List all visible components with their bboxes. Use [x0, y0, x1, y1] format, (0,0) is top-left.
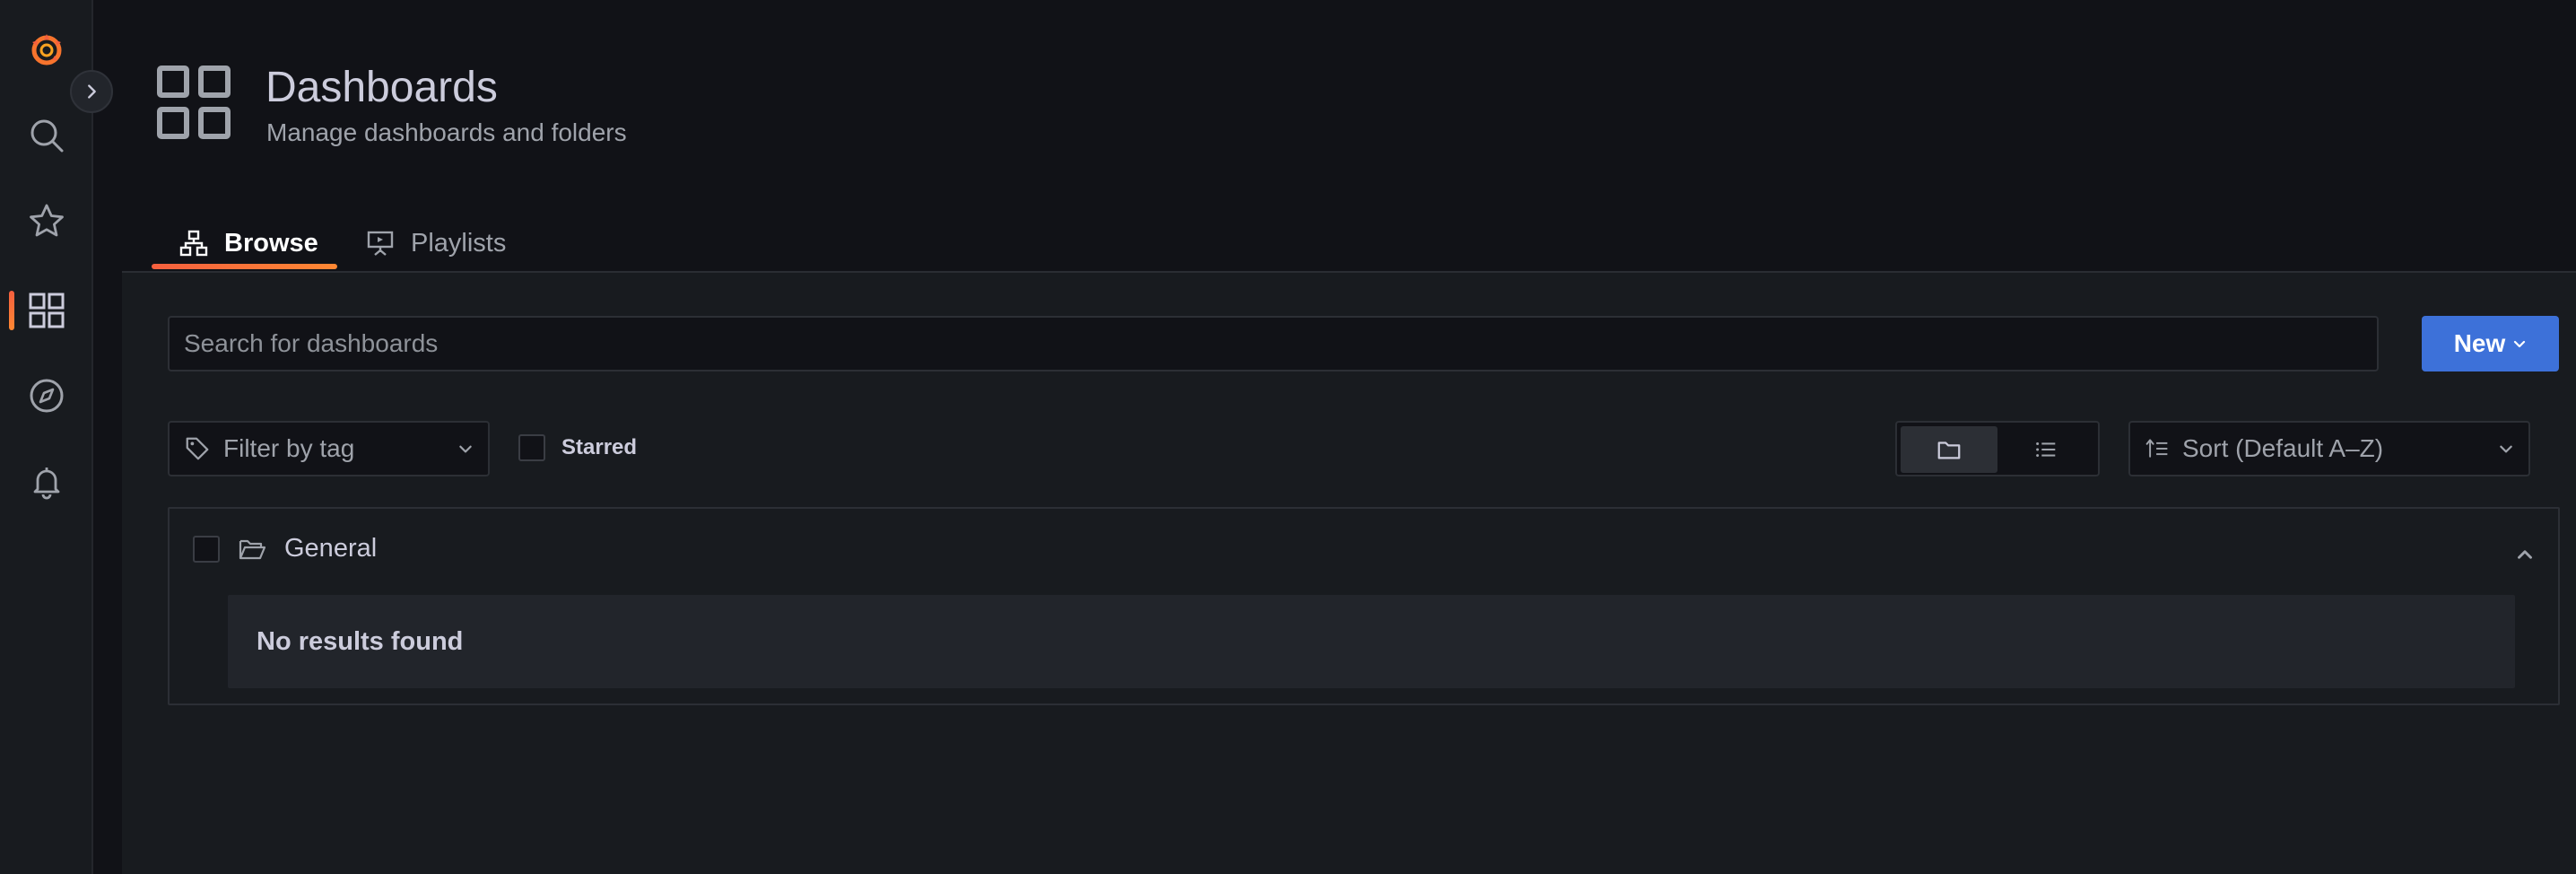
sort-ascending-icon [2145, 439, 2168, 458]
tag-filter-placeholder: Filter by tag [223, 434, 355, 462]
dashboards-grid-icon [157, 66, 231, 139]
compass-explore-icon [30, 379, 64, 413]
starred-checkbox[interactable] [518, 434, 545, 461]
sidebar-nav [0, 0, 93, 874]
page-title: Dashboards [265, 64, 498, 111]
sidebar-item-search[interactable] [0, 100, 93, 171]
list-view-icon [2036, 441, 2056, 458]
new-button[interactable]: New [2422, 316, 2559, 371]
grafana-logo-icon [31, 34, 62, 66]
presentation-icon [367, 231, 394, 256]
search-input[interactable] [168, 316, 2379, 371]
sort-select[interactable]: Sort (Default A–Z) [2128, 421, 2530, 476]
starred-label[interactable]: Starred [561, 435, 637, 460]
tab-browse-label: Browse [224, 228, 318, 258]
folder-open-icon [239, 539, 266, 559]
starred-filter: Starred [518, 434, 637, 461]
new-button-label: New [2453, 329, 2506, 357]
tag-filter-select[interactable]: Filter by tag [168, 421, 490, 476]
folder-name: General [284, 534, 378, 563]
chevron-up-icon[interactable] [2513, 543, 2537, 566]
star-icon [30, 204, 64, 237]
search-icon [30, 119, 64, 153]
chevron-down-icon [2500, 445, 2512, 453]
sidebar-item-dashboards[interactable] [0, 275, 93, 346]
folder-select-checkbox[interactable] [193, 535, 220, 563]
sidebar-item-explore[interactable] [0, 360, 93, 432]
chevron-right-icon [88, 84, 96, 99]
chevron-down-icon [459, 445, 472, 453]
folder-section-general: General No results found [168, 507, 2560, 705]
sidebar-item-alerting[interactable] [0, 446, 93, 518]
tag-icon [186, 437, 209, 460]
bell-alerting-icon [33, 468, 60, 500]
folder-view-button[interactable] [1901, 426, 1997, 473]
chevron-down-icon [2514, 340, 2526, 348]
tab-playlists[interactable]: Playlists [366, 212, 506, 275]
sitemap-icon [179, 230, 208, 257]
folder-header[interactable]: General [193, 534, 377, 564]
list-view-button[interactable] [1997, 426, 2094, 473]
page-subtitle: Manage dashboards and folders [266, 118, 627, 146]
empty-results-message: No results found [228, 595, 2515, 688]
folder-view-icon [1937, 441, 1961, 459]
sort-label: Sort (Default A–Z) [2182, 434, 2384, 462]
sidebar-expand-button[interactable] [70, 70, 113, 113]
dashboards-grid-icon [29, 293, 65, 328]
empty-results-text: No results found [257, 626, 464, 656]
tab-playlists-label: Playlists [411, 228, 507, 258]
view-mode-toggle [1895, 421, 2100, 476]
sidebar-item-starred[interactable] [0, 186, 93, 258]
active-tab-underline [152, 264, 337, 269]
